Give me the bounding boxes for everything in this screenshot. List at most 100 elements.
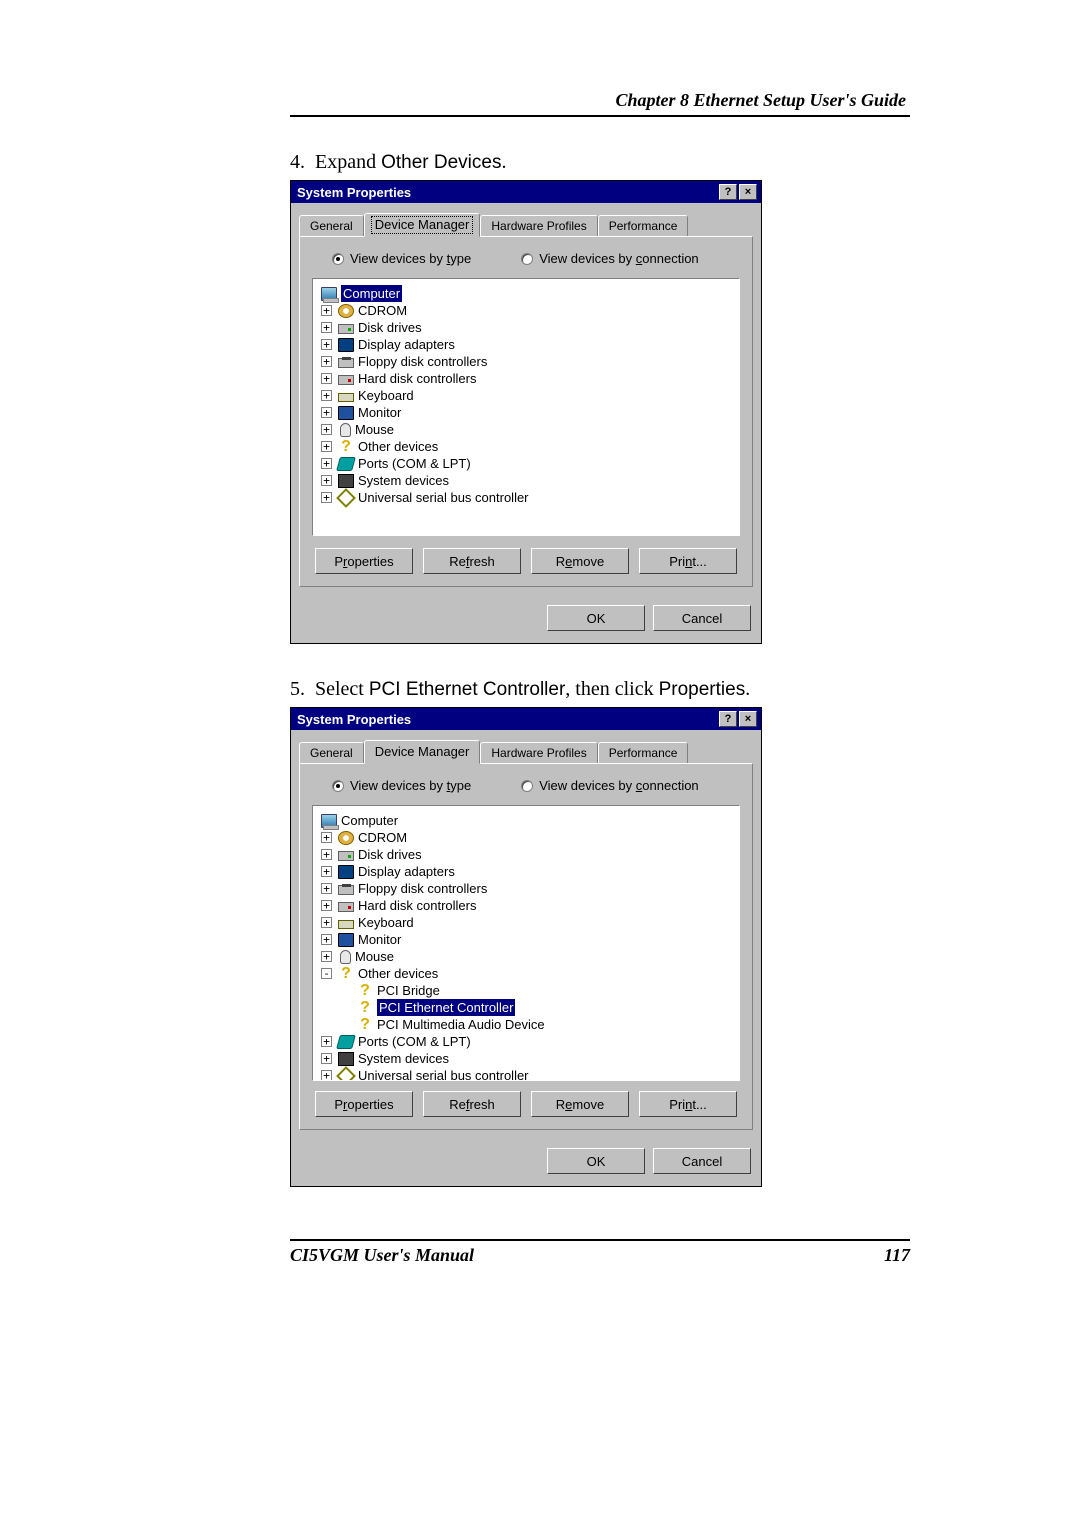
expand-icon[interactable]: + — [321, 441, 332, 452]
tree-item-disk[interactable]: +Disk drives — [321, 319, 731, 336]
tree-label: Keyboard — [358, 914, 414, 931]
ok-button[interactable]: OK — [547, 1148, 645, 1174]
expand-icon[interactable]: + — [321, 407, 332, 418]
expand-icon[interactable]: + — [321, 475, 332, 486]
properties-button[interactable]: Properties — [315, 548, 413, 574]
expand-icon[interactable]: + — [321, 356, 332, 367]
tree-label: Display adapters — [358, 863, 455, 880]
tab-performance[interactable]: Performance — [598, 215, 689, 236]
tree-item-hdd[interactable]: +Hard disk controllers — [321, 897, 731, 914]
print-button[interactable]: Print... — [639, 548, 737, 574]
tree-item-other[interactable]: - Other devices — [321, 965, 731, 982]
expand-icon[interactable]: + — [321, 1053, 332, 1064]
tree-item-disk[interactable]: + Disk drives — [321, 846, 731, 863]
expand-icon[interactable]: + — [321, 849, 332, 860]
tree-item-usb[interactable]: +Universal serial bus controller — [321, 1067, 731, 1081]
close-button[interactable]: × — [739, 184, 757, 200]
expand-icon[interactable]: + — [321, 832, 332, 843]
expand-icon[interactable]: + — [321, 1070, 332, 1081]
tree-item-cdrom[interactable]: +CDROM — [321, 302, 731, 319]
print-button[interactable]: Print... — [639, 1091, 737, 1117]
tree-item-ports[interactable]: +Ports (COM & LPT) — [321, 1033, 731, 1050]
tree-item-usb[interactable]: + Universal serial bus controller — [321, 489, 731, 506]
tree-item-system[interactable]: +System devices — [321, 472, 731, 489]
expand-icon[interactable]: + — [321, 373, 332, 384]
remove-button[interactable]: Remove — [531, 1091, 629, 1117]
tab-device-manager[interactable]: Device Manager — [364, 213, 481, 237]
expand-icon[interactable]: + — [321, 458, 332, 469]
tree-item-pci-bridge[interactable]: PCI Bridge — [321, 982, 731, 999]
tab-general[interactable]: General — [299, 742, 364, 763]
tree-item-computer[interactable]: Computer — [321, 285, 731, 302]
tree-item-pci-ethernet[interactable]: PCI Ethernet Controller — [321, 999, 731, 1016]
ok-button[interactable]: OK — [547, 605, 645, 631]
expand-icon[interactable]: + — [321, 322, 332, 333]
expand-icon[interactable]: + — [321, 424, 332, 435]
tree-item-display[interactable]: +Display adapters — [321, 336, 731, 353]
help-button[interactable]: ? — [719, 711, 737, 727]
collapse-icon[interactable]: - — [321, 968, 332, 979]
tree-item-floppy[interactable]: +Floppy disk controllers — [321, 353, 731, 370]
tree-item-keyboard[interactable]: + Keyboard — [321, 914, 731, 931]
properties-button[interactable]: Properties — [315, 1091, 413, 1117]
tree-item-pci-audio[interactable]: PCI Multimedia Audio Device — [321, 1016, 731, 1033]
refresh-button[interactable]: Refresh — [423, 1091, 521, 1117]
expand-icon[interactable]: + — [321, 934, 332, 945]
tree-label: Other devices — [358, 438, 438, 455]
cdrom-icon — [338, 831, 354, 845]
radio-view-by-type[interactable]: View devices by type — [332, 778, 471, 793]
tree-label: Universal serial bus controller — [358, 489, 529, 506]
radio-view-by-connection[interactable]: View devices by connection — [521, 778, 698, 793]
expand-icon[interactable]: + — [321, 492, 332, 503]
footer-title: CI5VGM User's Manual — [290, 1245, 474, 1266]
tree-label: Other devices — [358, 965, 438, 982]
expand-icon[interactable]: + — [321, 305, 332, 316]
expand-icon[interactable]: + — [321, 339, 332, 350]
radio-view-by-type[interactable]: View devices by type — [332, 251, 471, 266]
close-button[interactable]: × — [739, 711, 757, 727]
expand-icon[interactable]: + — [321, 917, 332, 928]
cancel-button[interactable]: Cancel — [653, 1148, 751, 1174]
tab-hardware-profiles[interactable]: Hardware Profiles — [480, 742, 597, 763]
tree-item-keyboard[interactable]: +Keyboard — [321, 387, 731, 404]
tab-panel: View devices by type View devices by con… — [299, 236, 753, 587]
refresh-button[interactable]: Refresh — [423, 548, 521, 574]
tab-device-manager[interactable]: Device Manager — [364, 740, 481, 764]
tree-item-monitor[interactable]: +Monitor — [321, 931, 731, 948]
tab-general[interactable]: General — [299, 215, 364, 236]
tab-hardware-profiles[interactable]: Hardware Profiles — [480, 215, 597, 236]
expand-icon[interactable]: + — [321, 883, 332, 894]
device-tree[interactable]: Computer + CDROM + Disk drives + Display ad… — [312, 805, 740, 1081]
radio-view-by-connection[interactable]: View devices by connection — [521, 251, 698, 266]
device-tree[interactable]: Computer +CDROM +Disk drives +Display ad… — [312, 278, 740, 536]
expand-icon[interactable]: + — [321, 900, 332, 911]
tree-label: Disk drives — [358, 846, 422, 863]
tree-item-computer[interactable]: Computer — [321, 812, 731, 829]
cancel-button[interactable]: Cancel — [653, 605, 751, 631]
tab-performance[interactable]: Performance — [598, 742, 689, 763]
tree-item-mouse[interactable]: +Mouse — [321, 948, 731, 965]
expand-icon[interactable]: + — [321, 866, 332, 877]
step-prefix: Select — [315, 678, 369, 700]
monitor-icon — [338, 933, 354, 947]
expand-icon[interactable]: + — [321, 390, 332, 401]
tree-item-floppy[interactable]: +Floppy disk controllers — [321, 880, 731, 897]
tree-item-cdrom[interactable]: + CDROM — [321, 829, 731, 846]
cdrom-icon — [338, 304, 354, 318]
tree-item-monitor[interactable]: +Monitor — [321, 404, 731, 421]
tree-item-hdd[interactable]: +Hard disk controllers — [321, 370, 731, 387]
remove-button[interactable]: Remove — [531, 548, 629, 574]
step-suffix: . — [745, 678, 750, 700]
tree-item-other[interactable]: + Other devices — [321, 438, 731, 455]
tree-item-mouse[interactable]: +Mouse — [321, 421, 731, 438]
radio-icon — [521, 780, 533, 792]
display-icon — [338, 865, 354, 879]
tree-item-ports[interactable]: +Ports (COM & LPT) — [321, 455, 731, 472]
help-button[interactable]: ? — [719, 184, 737, 200]
question-icon — [338, 967, 354, 981]
tree-item-display[interactable]: + Display adapters — [321, 863, 731, 880]
tree-item-system[interactable]: +System devices — [321, 1050, 731, 1067]
expand-icon[interactable]: + — [321, 1036, 332, 1047]
expand-icon[interactable]: + — [321, 951, 332, 962]
tree-label: CDROM — [358, 829, 407, 846]
